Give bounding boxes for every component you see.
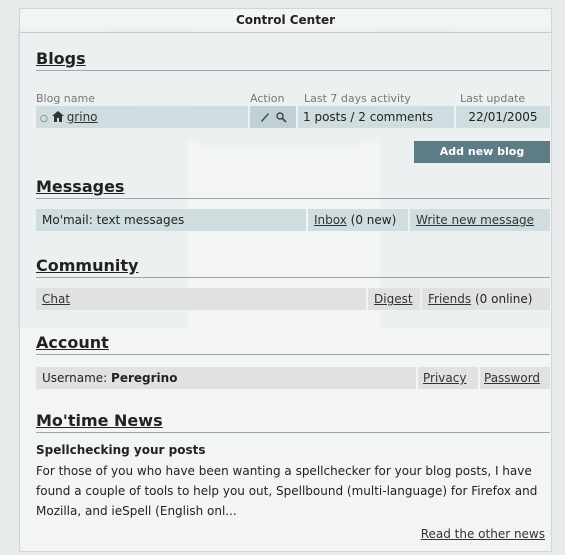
inbox-cell: Inbox (0 new) [308, 209, 408, 231]
col-last-update: Last update [460, 92, 526, 105]
window-title: Control Center [20, 9, 551, 33]
control-center-panel: Control Center Blogs Blog name Action La… [19, 8, 552, 552]
col-blog-name: Blog name [36, 92, 96, 105]
blogs-heading[interactable]: Blogs [36, 49, 550, 71]
news-heading[interactable]: Mo'time News [36, 411, 550, 433]
col-activity: Last 7 days activity [304, 92, 411, 105]
digest-cell: Digest [368, 288, 420, 310]
col-action: Action [250, 92, 285, 105]
write-message-cell: Write new message [410, 209, 550, 231]
write-new-message-link[interactable]: Write new message [416, 213, 534, 227]
add-new-blog-button[interactable]: Add new blog [414, 141, 550, 163]
password-cell: Password [480, 367, 550, 389]
inbox-link[interactable]: Inbox [314, 213, 347, 227]
home-icon [51, 111, 64, 122]
friends-cell: Friends (0 online) [422, 288, 550, 310]
messages-label: Mo'mail: text messages [36, 209, 306, 231]
account-heading[interactable]: Account [36, 333, 550, 355]
last-update-cell: 22/01/2005 [456, 106, 550, 128]
friends-count: (0 online) [474, 292, 533, 306]
inbox-count: (0 new) [350, 213, 397, 227]
privacy-link[interactable]: Privacy [423, 371, 466, 385]
username-cell: Username: Peregrino [36, 367, 416, 389]
activity-cell: 1 posts / 2 comments [298, 106, 454, 128]
news-post-title: Spellchecking your posts [36, 443, 206, 457]
community-heading[interactable]: Community [36, 256, 550, 278]
username-value: Peregrino [111, 371, 178, 385]
chat-cell: Chat [36, 288, 366, 310]
news-post-body: For those of you who have been wanting a… [36, 464, 538, 518]
read-other-news-link[interactable]: Read the other news [421, 527, 545, 541]
table-row: ○ grino [36, 106, 248, 128]
pencil-icon[interactable] [259, 111, 271, 123]
chat-link[interactable]: Chat [42, 292, 70, 306]
bullet-icon: ○ [40, 114, 48, 124]
password-link[interactable]: Password [484, 371, 540, 385]
friends-link[interactable]: Friends [428, 292, 471, 306]
magnifier-icon[interactable] [275, 111, 287, 123]
digest-link[interactable]: Digest [374, 292, 413, 306]
privacy-cell: Privacy [418, 367, 478, 389]
action-cell [250, 106, 296, 128]
blog-link-grino[interactable]: grino [67, 110, 98, 124]
messages-heading[interactable]: Messages [36, 177, 550, 199]
username-label: Username: [42, 371, 108, 385]
